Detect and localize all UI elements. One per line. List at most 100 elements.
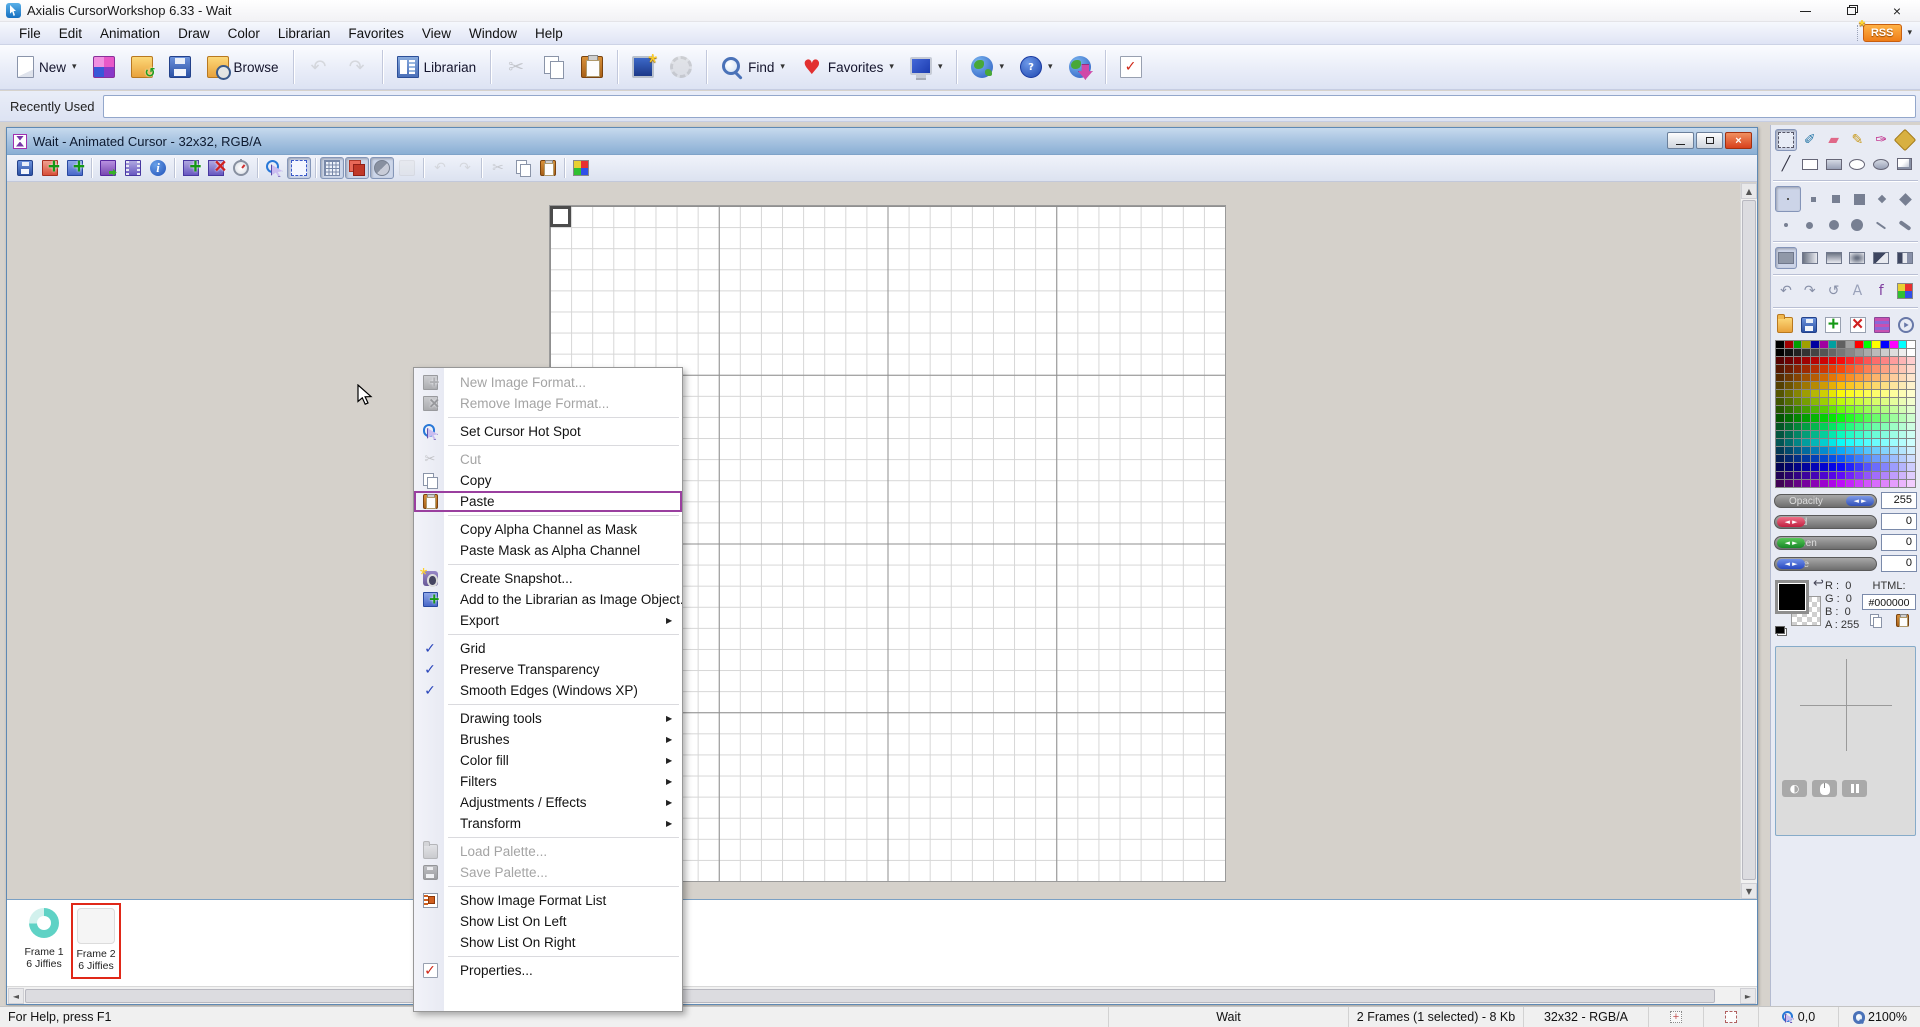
palette-color[interactable] (1829, 365, 1837, 372)
palette-color[interactable] (1802, 423, 1810, 430)
brush-size-dot-button[interactable] (1775, 186, 1801, 212)
menu-file[interactable]: File (10, 24, 50, 43)
test-cursor-button[interactable]: ▾ (903, 49, 950, 85)
text-tool-button[interactable]: A (1846, 280, 1868, 302)
palette-color[interactable] (1890, 431, 1898, 438)
palette-color[interactable] (1776, 398, 1784, 405)
brush-size-circle-1-button[interactable] (1775, 214, 1797, 236)
palette-color[interactable] (1899, 406, 1907, 413)
palette-color[interactable] (1907, 374, 1915, 381)
web-dropdown-arrow[interactable]: ▾ (999, 62, 1004, 72)
palette-color[interactable] (1802, 463, 1810, 470)
palette-color[interactable] (1855, 406, 1863, 413)
menu-item-show-image-format-list[interactable]: Show Image Format List (414, 890, 682, 911)
palette-color[interactable] (1855, 390, 1863, 397)
create-animation-button[interactable] (121, 157, 145, 179)
brush-size-square-2-button[interactable] (1802, 188, 1824, 210)
brush-size-slash-2-button[interactable] (1894, 214, 1916, 236)
palette-color[interactable] (1820, 455, 1828, 462)
menu-item-transform[interactable]: Transform▶ (414, 813, 682, 834)
brush-size-slash-1-button[interactable] (1870, 214, 1892, 236)
palette-color[interactable] (1776, 431, 1784, 438)
palette-color[interactable] (1802, 480, 1810, 487)
palette-color[interactable] (1855, 349, 1863, 356)
menu-item-filters[interactable]: Filters▶ (414, 771, 682, 792)
filled-rectangle-tool-button[interactable] (1823, 153, 1845, 175)
vertical-scroll-thumb[interactable] (1742, 200, 1756, 880)
palette-color[interactable] (1907, 382, 1915, 389)
preserve-transparency-toggle-button[interactable] (345, 157, 369, 179)
palette-color[interactable] (1907, 447, 1915, 454)
palette-color[interactable] (1820, 382, 1828, 389)
palette-color[interactable] (1776, 357, 1784, 364)
palette-color[interactable] (1785, 472, 1793, 479)
palette-color[interactable] (1846, 414, 1854, 421)
palette-color[interactable] (1899, 341, 1907, 348)
green-value[interactable]: 0 (1881, 534, 1917, 551)
palette-color[interactable] (1890, 480, 1898, 487)
document-minimize-button[interactable] (1667, 132, 1694, 149)
palette-color[interactable] (1820, 431, 1828, 438)
palette-color[interactable] (1907, 414, 1915, 421)
palette-color[interactable] (1776, 406, 1784, 413)
palette-color[interactable] (1881, 472, 1889, 479)
palette-color[interactable] (1846, 455, 1854, 462)
palette-color[interactable] (1890, 398, 1898, 405)
palette-color[interactable] (1864, 398, 1872, 405)
palette-color[interactable] (1899, 463, 1907, 470)
palette-color[interactable] (1872, 374, 1880, 381)
palette-color[interactable] (1872, 455, 1880, 462)
favorites-dropdown-arrow[interactable]: ▾ (889, 62, 894, 72)
palette-color[interactable] (1899, 439, 1907, 446)
menu-window[interactable]: Window (460, 24, 526, 43)
palette-color[interactable] (1855, 431, 1863, 438)
palette-color[interactable] (1837, 341, 1845, 348)
frame-thumbnail-2[interactable]: Frame 26 Jiffies (71, 903, 121, 979)
web-download-button[interactable] (1062, 49, 1098, 85)
new-dropdown-arrow[interactable]: ▾ (72, 62, 77, 72)
palette-color[interactable] (1794, 390, 1802, 397)
palette-color[interactable] (1785, 431, 1793, 438)
palette-color[interactable] (1811, 423, 1819, 430)
smooth-edges-toggle-button[interactable] (370, 157, 394, 179)
color-dialog-button[interactable] (1894, 280, 1916, 302)
export-image-button[interactable] (96, 157, 120, 179)
palette-color[interactable] (1802, 390, 1810, 397)
palette-color[interactable] (1855, 398, 1863, 405)
find-button[interactable]: Find▾ (714, 49, 792, 85)
set-hot-spot-button[interactable] (262, 157, 286, 179)
close-button[interactable]: × (1874, 0, 1920, 22)
palette-color[interactable] (1811, 431, 1819, 438)
palette-color[interactable] (1837, 463, 1845, 470)
document-maximize-button[interactable] (1696, 132, 1723, 149)
palette-color[interactable] (1846, 447, 1854, 454)
palette-color[interactable] (1785, 463, 1793, 470)
rotate-tool-button[interactable]: ↶ (1775, 280, 1797, 302)
palette-color[interactable] (1776, 390, 1784, 397)
palette-color[interactable] (1811, 472, 1819, 479)
palette-color[interactable] (1802, 431, 1810, 438)
paste-button[interactable] (574, 49, 610, 85)
palette-color[interactable] (1872, 431, 1880, 438)
palette-color[interactable] (1881, 341, 1889, 348)
palette-color[interactable] (1846, 431, 1854, 438)
remove-color-button[interactable] (1847, 314, 1869, 336)
copy-color-icon[interactable] (1869, 614, 1882, 627)
palette-color[interactable] (1802, 382, 1810, 389)
web-button[interactable]: ▾ (964, 49, 1011, 85)
pencil-tool-button[interactable]: ✎ (1846, 129, 1868, 151)
fill-style-gradient-vertical-button[interactable] (1823, 247, 1845, 269)
capture-wizard-button[interactable] (625, 49, 661, 85)
palette-color[interactable] (1837, 357, 1845, 364)
palette-color[interactable] (1846, 398, 1854, 405)
palette-color[interactable] (1899, 414, 1907, 421)
help-button[interactable]: ▾ (1013, 49, 1060, 85)
menu-item-add-to-the-librarian-as-image-object[interactable]: Add to the Librarian as Image Object... (414, 589, 682, 610)
palette-color[interactable] (1837, 423, 1845, 430)
palette-color[interactable] (1785, 374, 1793, 381)
save-palette-button[interactable] (1798, 314, 1820, 336)
formula-tool-button[interactable]: f (1870, 280, 1892, 302)
frame-duration-button[interactable] (229, 157, 253, 179)
palette-color[interactable] (1811, 374, 1819, 381)
menu-item-grid[interactable]: ✓Grid (414, 638, 682, 659)
